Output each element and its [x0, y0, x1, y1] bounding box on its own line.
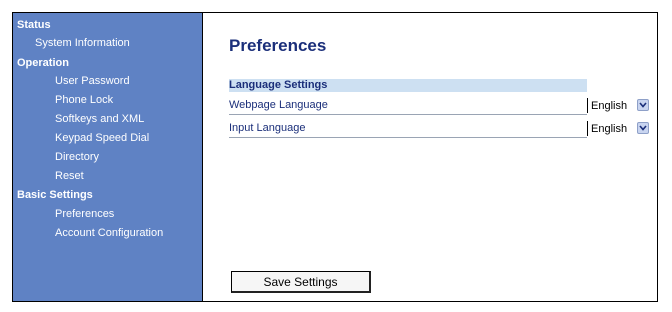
- row-divider: [229, 137, 587, 138]
- main-frame: Status System Information Operation User…: [12, 12, 658, 302]
- webpage-language-select[interactable]: English: [587, 98, 653, 113]
- sidebar-item-user-password[interactable]: User Password: [55, 75, 130, 87]
- nav-section-operation: Operation: [17, 57, 69, 69]
- section-header-language-settings: Language Settings: [229, 79, 587, 92]
- sidebar-item-keypad-speed-dial[interactable]: Keypad Speed Dial: [55, 132, 149, 144]
- sidebar-nav: Status System Information Operation User…: [13, 13, 203, 301]
- sidebar-item-phone-lock[interactable]: Phone Lock: [55, 94, 113, 106]
- webpage-language-label: Webpage Language: [229, 99, 328, 111]
- chevron-down-icon[interactable]: [637, 99, 649, 111]
- nav-section-status: Status: [17, 19, 51, 31]
- save-settings-button[interactable]: Save Settings: [231, 271, 371, 293]
- sidebar-item-directory[interactable]: Directory: [55, 151, 99, 163]
- sidebar-item-reset[interactable]: Reset: [55, 170, 84, 182]
- content-area: Preferences Language Settings Webpage La…: [203, 13, 657, 301]
- sidebar-item-system-information[interactable]: System Information: [35, 37, 130, 49]
- webpage-language-value: English: [591, 99, 628, 112]
- row-divider: [229, 114, 587, 115]
- input-language-label: Input Language: [229, 122, 306, 134]
- nav-section-basic-settings: Basic Settings: [17, 189, 93, 201]
- input-language-select[interactable]: English: [587, 121, 653, 136]
- chevron-down-icon[interactable]: [637, 122, 649, 134]
- sidebar-item-account-configuration[interactable]: Account Configuration: [55, 227, 163, 239]
- sidebar-item-softkeys-xml[interactable]: Softkeys and XML: [55, 113, 144, 125]
- page-title: Preferences: [229, 36, 327, 55]
- input-language-value: English: [591, 122, 628, 135]
- sidebar-item-preferences[interactable]: Preferences: [55, 208, 114, 220]
